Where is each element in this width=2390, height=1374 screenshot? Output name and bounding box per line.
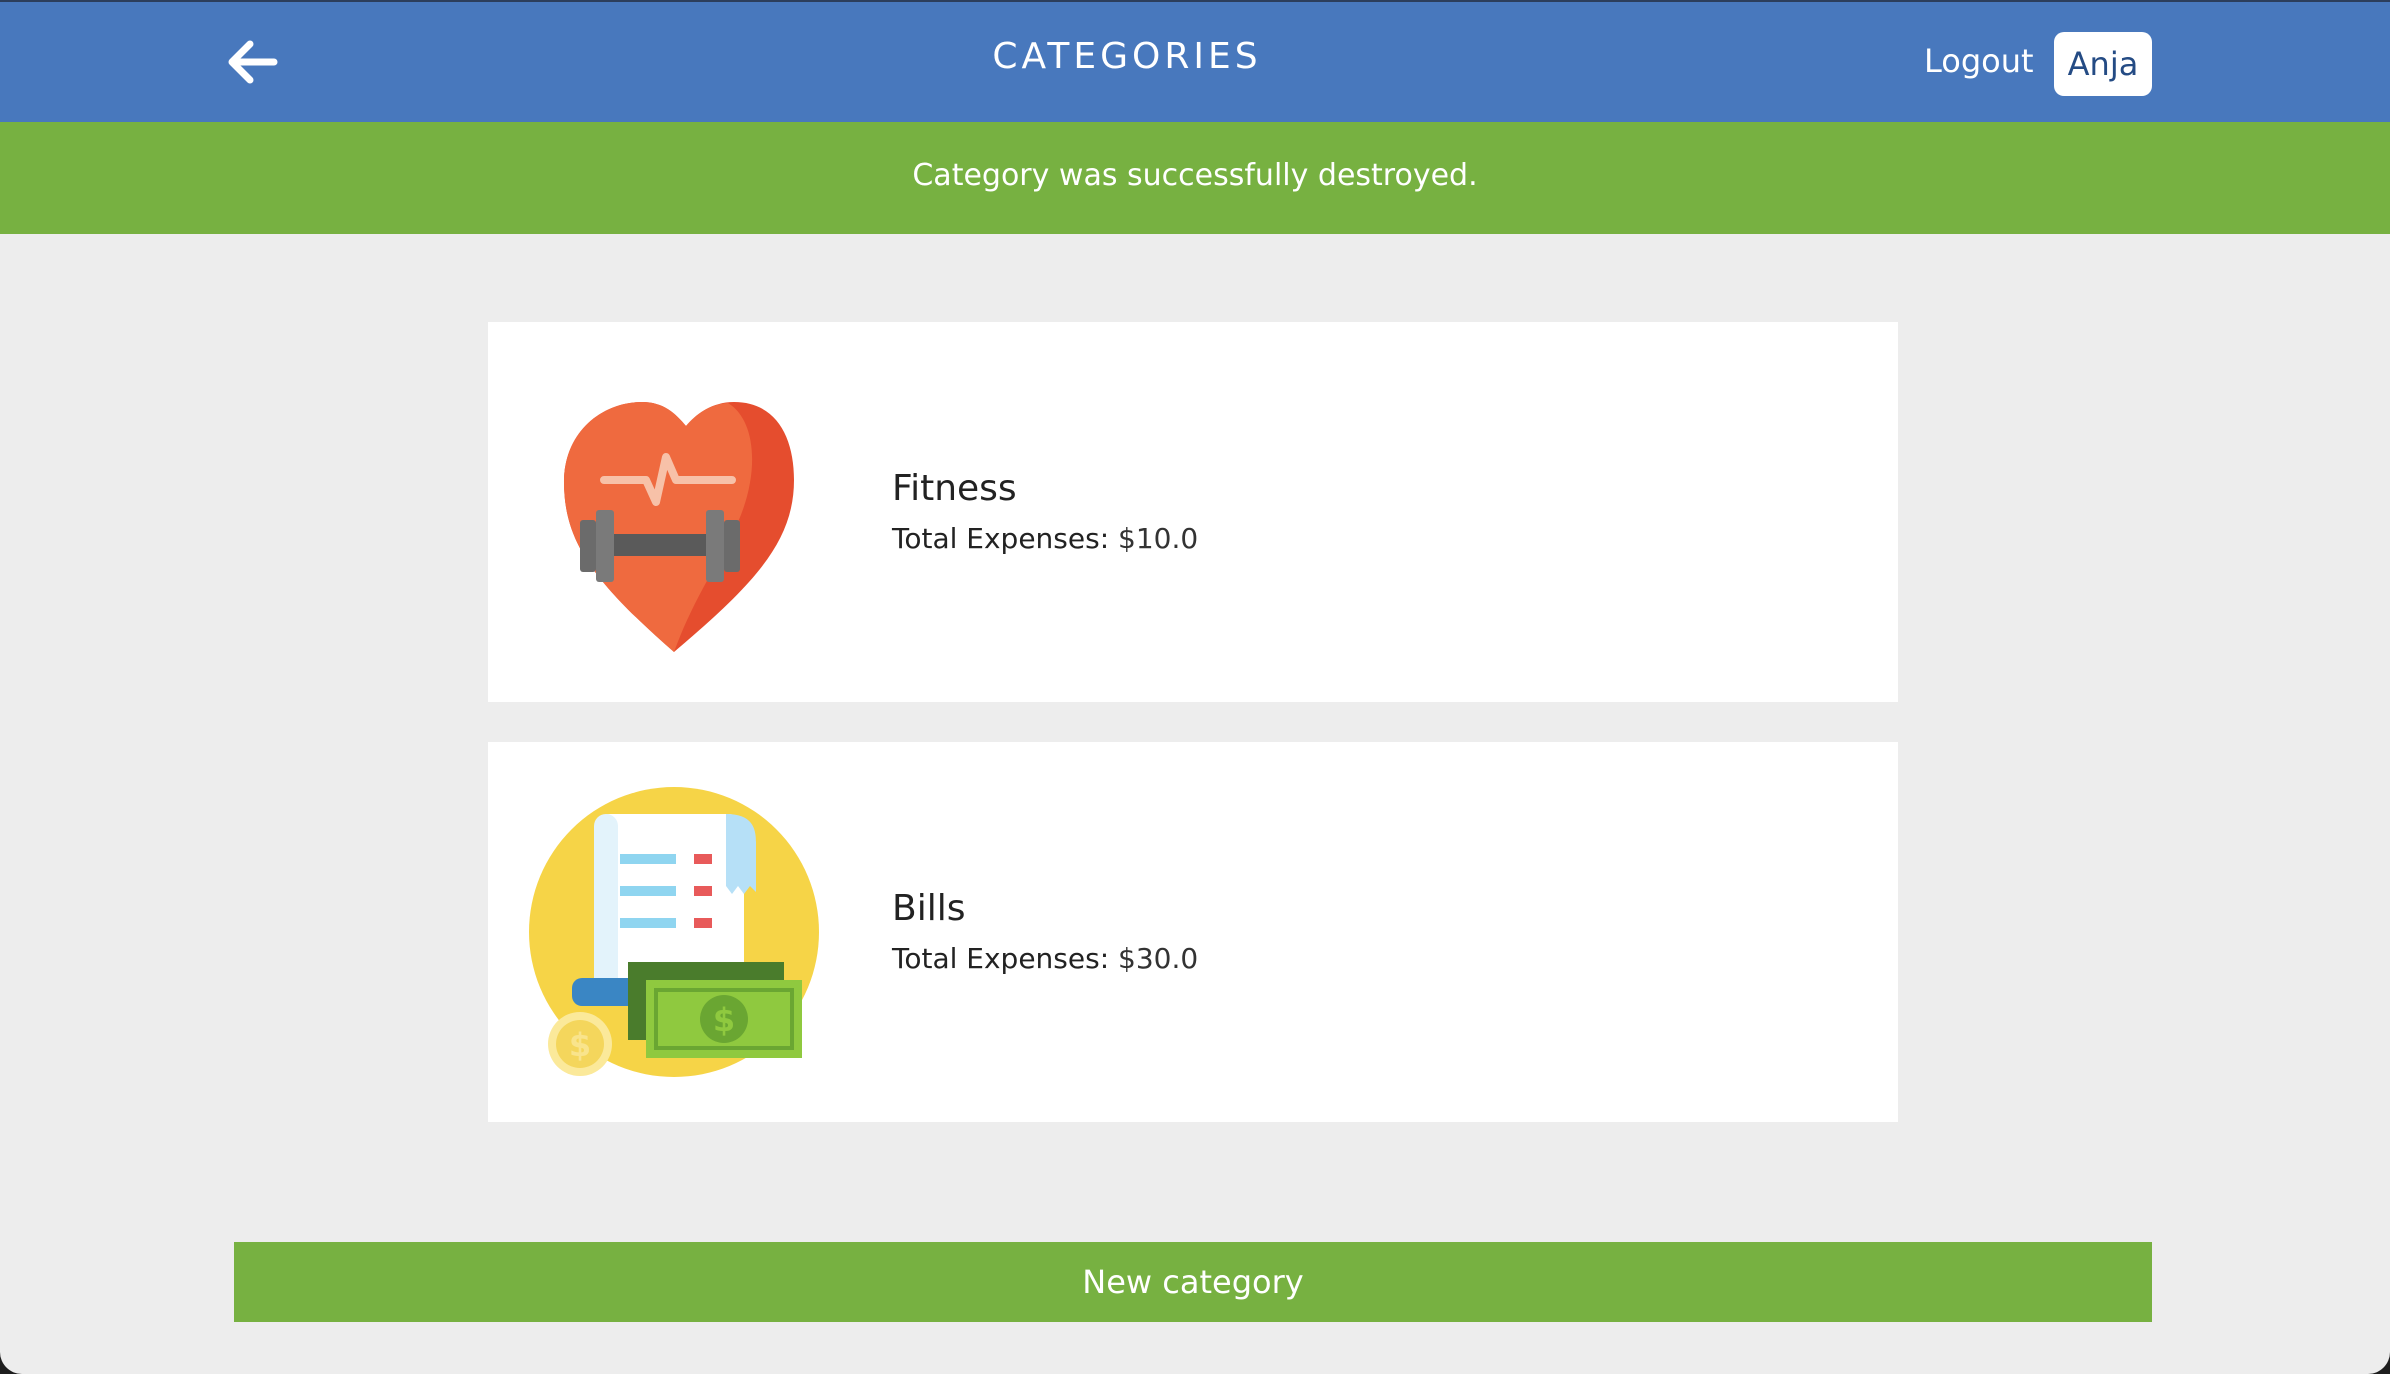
heart-dumbbell-icon — [564, 402, 794, 652]
expenses-amount: $30.0 — [1118, 942, 1199, 975]
app-window: CATEGORIES Logout Anja Category was succ… — [0, 0, 2390, 1374]
category-card-fitness[interactable]: Fitness Total Expenses: $10.0 — [488, 322, 1898, 702]
user-profile-button[interactable]: Anja — [2054, 32, 2152, 96]
category-card-bills[interactable]: $ $ Bills Total Expenses: $30.0 — [488, 742, 1898, 1122]
flash-notice: Category was successfully destroyed. — [0, 122, 2390, 234]
new-category-button[interactable]: New category — [234, 1242, 2152, 1322]
expenses-label: Total Expenses: — [892, 522, 1110, 555]
svg-text:$: $ — [569, 1026, 591, 1064]
expenses-amount: $10.0 — [1118, 522, 1199, 555]
category-name: Bills — [892, 888, 966, 929]
bills-money-icon: $ $ — [529, 787, 819, 1077]
top-navbar: CATEGORIES Logout Anja — [0, 0, 2390, 122]
category-expenses: Total Expenses: $30.0 — [892, 942, 1198, 975]
category-name: Fitness — [892, 468, 1017, 509]
expenses-label: Total Expenses: — [892, 942, 1110, 975]
logout-link[interactable]: Logout — [1924, 42, 2034, 80]
category-expenses: Total Expenses: $10.0 — [892, 522, 1198, 555]
flash-message: Category was successfully destroyed. — [912, 158, 1478, 193]
svg-text:$: $ — [713, 1001, 735, 1039]
